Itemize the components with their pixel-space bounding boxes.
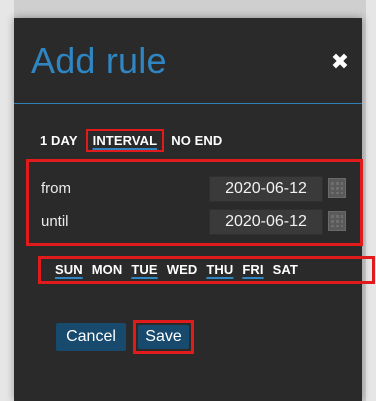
backdrop-right-strip: [366, 0, 376, 401]
modal-header: Add rule ✖: [14, 18, 362, 104]
until-row: until 2020-06-12: [29, 207, 360, 239]
calendar-icon[interactable]: [328, 211, 346, 231]
backdrop-left-strip: [0, 0, 14, 401]
range-tabs: 1 DAY INTERVAL NO END: [40, 129, 230, 152]
modal-title: Add rule: [31, 40, 167, 81]
until-label: until: [41, 213, 69, 230]
day-fri[interactable]: FRI: [242, 262, 263, 278]
date-range-group: from 2020-06-12 until 2020-06-12: [26, 159, 363, 246]
day-mon[interactable]: MON: [92, 262, 123, 278]
from-date-input[interactable]: 2020-06-12: [209, 176, 323, 202]
tab-interval[interactable]: INTERVAL: [85, 129, 165, 152]
close-icon[interactable]: ✖: [328, 49, 352, 74]
save-button-wrapper: Save: [133, 320, 194, 354]
day-wed[interactable]: WED: [167, 262, 198, 278]
tab-interval-label: INTERVAL: [92, 133, 158, 148]
add-rule-modal: Add rule ✖ 1 DAY INTERVAL NO END from 20…: [14, 18, 375, 401]
tab-1-day-label: 1 DAY: [40, 133, 78, 148]
day-sat[interactable]: SAT: [273, 262, 298, 278]
tab-no-end-label: NO END: [171, 133, 223, 148]
weekday-selector: SUN MON TUE WED THU FRI SAT: [38, 256, 375, 284]
day-tue[interactable]: TUE: [131, 262, 157, 278]
from-label: from: [41, 180, 71, 197]
save-button[interactable]: Save: [138, 325, 189, 349]
tab-1-day[interactable]: 1 DAY: [40, 131, 78, 150]
day-sun[interactable]: SUN: [55, 262, 83, 278]
cancel-button[interactable]: Cancel: [56, 323, 126, 351]
day-thu[interactable]: THU: [206, 262, 233, 278]
calendar-icon[interactable]: [328, 178, 346, 198]
until-date-input[interactable]: 2020-06-12: [209, 209, 323, 235]
from-row: from 2020-06-12: [29, 174, 360, 206]
tab-no-end[interactable]: NO END: [171, 131, 222, 150]
